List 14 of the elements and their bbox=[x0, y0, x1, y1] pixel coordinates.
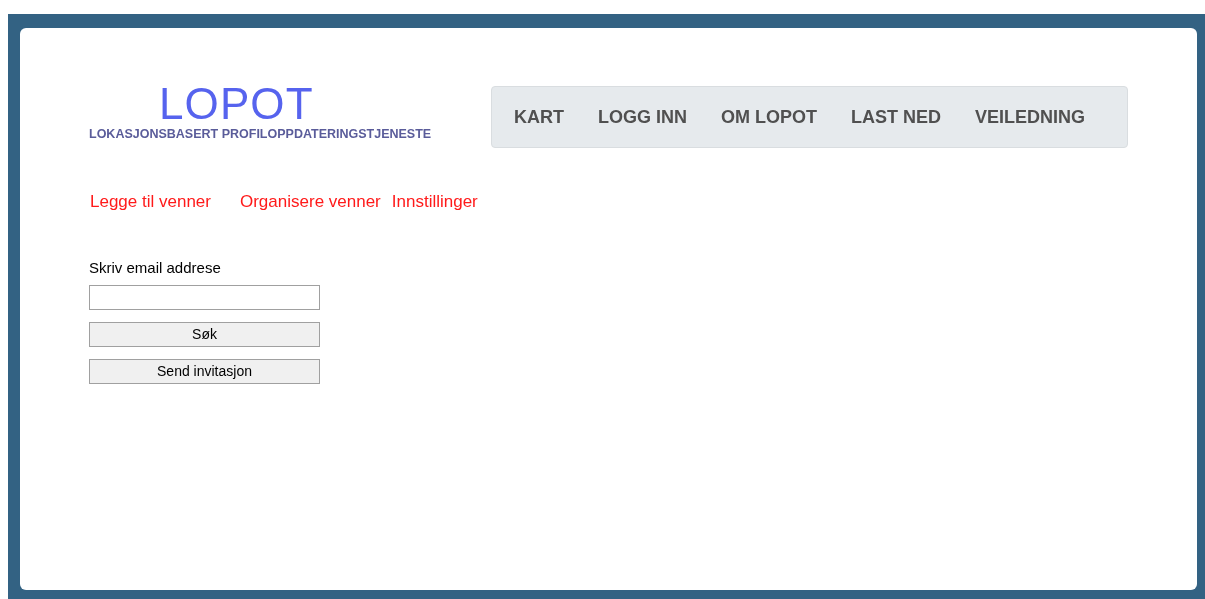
field-label: Skriv email addrese bbox=[89, 258, 222, 277]
logo-title: LOPOT bbox=[159, 85, 315, 123]
form-button[interactable]: Send invitasjon bbox=[89, 358, 320, 384]
menu-link[interactable]: Legge til venner bbox=[90, 189, 211, 215]
email-field[interactable] bbox=[89, 284, 320, 310]
nav-link[interactable]: VEILEDNING bbox=[975, 103, 1085, 131]
nav-link[interactable]: LAST NED bbox=[851, 103, 941, 131]
menu-link[interactable]: Organisere venner bbox=[240, 189, 381, 215]
nav-link[interactable]: KART bbox=[514, 103, 564, 131]
form-button[interactable]: Søk bbox=[89, 321, 320, 347]
nav-link[interactable]: LOGG INN bbox=[598, 103, 687, 131]
menu-link[interactable]: Innstillinger bbox=[391, 189, 478, 215]
nav-link[interactable]: OM LOPOT bbox=[721, 103, 817, 131]
logo-subtitle: LOKASJONSBASERT PROFILOPPDATERINGSTJENESTE bbox=[89, 127, 433, 141]
